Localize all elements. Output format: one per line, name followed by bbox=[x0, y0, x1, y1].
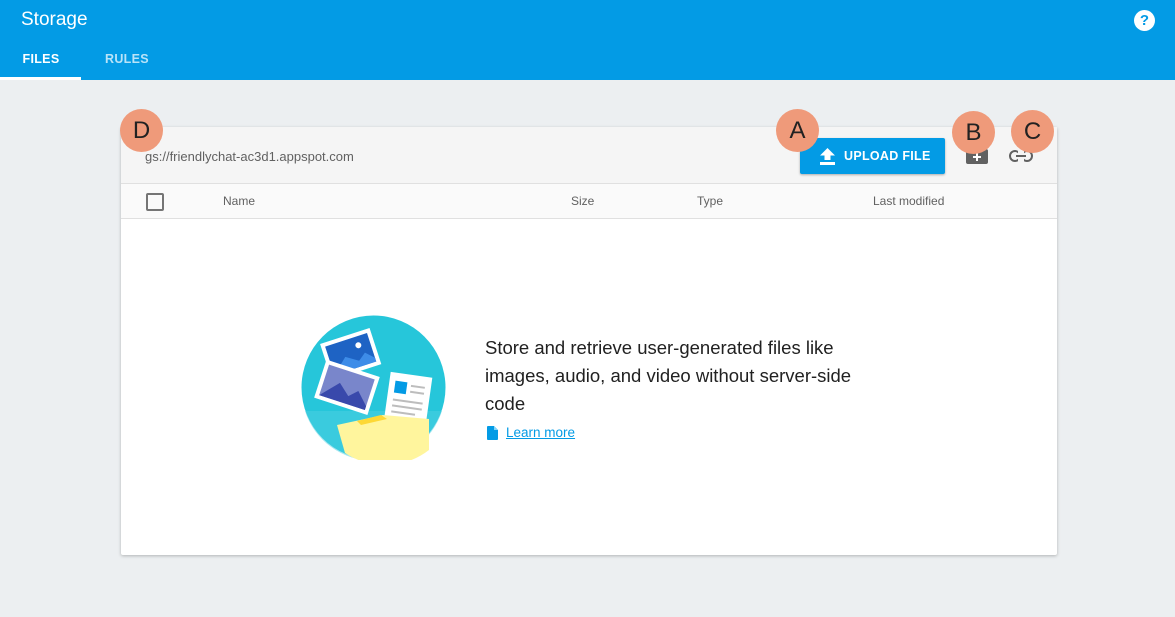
column-type[interactable]: Type bbox=[697, 194, 723, 208]
upload-file-label: UPLOAD FILE bbox=[844, 149, 931, 163]
column-name[interactable]: Name bbox=[223, 194, 255, 208]
storage-illustration bbox=[301, 315, 446, 460]
tab-rules[interactable]: RULES bbox=[105, 52, 149, 66]
document-icon bbox=[487, 425, 498, 440]
top-app-bar: Storage ? FILES RULES bbox=[0, 0, 1175, 80]
bucket-path: gs://friendlychat-ac3d1.appspot.com bbox=[145, 149, 354, 164]
storage-file-browser: gs://friendlychat-ac3d1.appspot.com UPLO… bbox=[121, 127, 1057, 555]
learn-more-link[interactable]: Learn more bbox=[487, 425, 575, 440]
column-size[interactable]: Size bbox=[571, 194, 594, 208]
empty-state-message: Store and retrieve user-generated files … bbox=[485, 337, 852, 414]
tab-files[interactable]: FILES bbox=[0, 52, 81, 66]
app-title: Storage bbox=[21, 9, 88, 30]
column-last-modified[interactable]: Last modified bbox=[873, 194, 944, 208]
bucket-header: gs://friendlychat-ac3d1.appspot.com UPLO… bbox=[121, 127, 1057, 184]
annotation-marker-a: A bbox=[776, 109, 819, 152]
help-icon[interactable]: ? bbox=[1134, 10, 1155, 31]
annotation-marker-d: D bbox=[120, 109, 163, 152]
annotation-marker-b: B bbox=[952, 111, 995, 154]
active-tab-indicator bbox=[0, 77, 81, 80]
select-all-checkbox[interactable] bbox=[146, 193, 164, 211]
upload-icon bbox=[820, 147, 835, 165]
table-header: Name Size Type Last modified bbox=[121, 184, 1057, 219]
annotation-marker-c: C bbox=[1011, 110, 1054, 153]
upload-file-button[interactable]: UPLOAD FILE bbox=[800, 138, 945, 174]
learn-more-label[interactable]: Learn more bbox=[506, 425, 575, 440]
